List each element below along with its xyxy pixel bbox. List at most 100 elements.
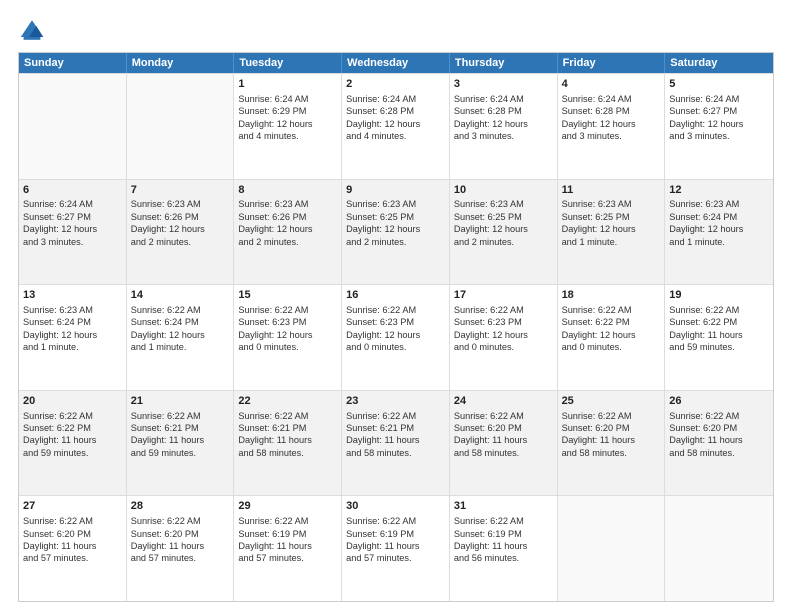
cal-cell: 24Sunrise: 6:22 AMSunset: 6:20 PMDayligh… — [450, 391, 558, 496]
day-info: Daylight: 11 hours — [346, 540, 445, 552]
day-info: Sunrise: 6:22 AM — [454, 410, 553, 422]
day-info: Sunset: 6:21 PM — [131, 422, 230, 434]
day-info: Sunrise: 6:22 AM — [131, 515, 230, 527]
day-info: Sunrise: 6:23 AM — [454, 198, 553, 210]
day-info: Sunrise: 6:24 AM — [454, 93, 553, 105]
day-number: 9 — [346, 183, 445, 198]
day-number: 23 — [346, 394, 445, 409]
day-info: Sunset: 6:21 PM — [346, 422, 445, 434]
day-number: 10 — [454, 183, 553, 198]
day-info: Sunrise: 6:24 AM — [669, 93, 769, 105]
day-number: 17 — [454, 288, 553, 303]
day-number: 4 — [562, 77, 661, 92]
day-info: and 2 minutes. — [131, 236, 230, 248]
day-info: Sunrise: 6:23 AM — [562, 198, 661, 210]
day-info: Sunrise: 6:22 AM — [669, 304, 769, 316]
cal-header-day: Monday — [127, 53, 235, 73]
day-info: Daylight: 11 hours — [669, 329, 769, 341]
cal-cell: 20Sunrise: 6:22 AMSunset: 6:22 PMDayligh… — [19, 391, 127, 496]
calendar: SundayMondayTuesdayWednesdayThursdayFrid… — [18, 52, 774, 602]
day-info: Sunset: 6:22 PM — [669, 316, 769, 328]
day-number: 29 — [238, 499, 337, 514]
day-info: Sunset: 6:24 PM — [131, 316, 230, 328]
day-info: Daylight: 12 hours — [23, 223, 122, 235]
day-info: Daylight: 11 hours — [562, 434, 661, 446]
day-info: Daylight: 12 hours — [131, 223, 230, 235]
cal-row: 13Sunrise: 6:23 AMSunset: 6:24 PMDayligh… — [19, 284, 773, 390]
cal-cell — [127, 74, 235, 179]
day-number: 20 — [23, 394, 122, 409]
day-info: and 1 minute. — [131, 341, 230, 353]
day-info: Sunrise: 6:22 AM — [454, 515, 553, 527]
day-number: 25 — [562, 394, 661, 409]
day-info: and 0 minutes. — [562, 341, 661, 353]
cal-cell: 16Sunrise: 6:22 AMSunset: 6:23 PMDayligh… — [342, 285, 450, 390]
day-number: 18 — [562, 288, 661, 303]
day-info: Sunrise: 6:23 AM — [238, 198, 337, 210]
cal-cell: 21Sunrise: 6:22 AMSunset: 6:21 PMDayligh… — [127, 391, 235, 496]
day-info: Sunset: 6:28 PM — [346, 105, 445, 117]
cal-cell: 17Sunrise: 6:22 AMSunset: 6:23 PMDayligh… — [450, 285, 558, 390]
cal-cell: 14Sunrise: 6:22 AMSunset: 6:24 PMDayligh… — [127, 285, 235, 390]
cal-cell: 15Sunrise: 6:22 AMSunset: 6:23 PMDayligh… — [234, 285, 342, 390]
day-number: 22 — [238, 394, 337, 409]
day-info: and 58 minutes. — [562, 447, 661, 459]
day-number: 2 — [346, 77, 445, 92]
header — [18, 16, 774, 44]
cal-header-day: Sunday — [19, 53, 127, 73]
cal-header-day: Tuesday — [234, 53, 342, 73]
day-info: and 59 minutes. — [23, 447, 122, 459]
day-info: Sunrise: 6:22 AM — [131, 410, 230, 422]
cal-cell: 23Sunrise: 6:22 AMSunset: 6:21 PMDayligh… — [342, 391, 450, 496]
day-info: Sunrise: 6:23 AM — [669, 198, 769, 210]
day-info: Sunset: 6:19 PM — [238, 528, 337, 540]
cal-cell: 8Sunrise: 6:23 AMSunset: 6:26 PMDaylight… — [234, 180, 342, 285]
cal-row: 27Sunrise: 6:22 AMSunset: 6:20 PMDayligh… — [19, 495, 773, 601]
cal-cell: 7Sunrise: 6:23 AMSunset: 6:26 PMDaylight… — [127, 180, 235, 285]
cal-row: 6Sunrise: 6:24 AMSunset: 6:27 PMDaylight… — [19, 179, 773, 285]
day-info: Sunrise: 6:22 AM — [238, 515, 337, 527]
day-info: and 2 minutes. — [454, 236, 553, 248]
day-number: 21 — [131, 394, 230, 409]
day-info: Daylight: 11 hours — [238, 434, 337, 446]
day-info: and 2 minutes. — [238, 236, 337, 248]
day-info: Sunrise: 6:22 AM — [346, 304, 445, 316]
day-info: Daylight: 12 hours — [346, 118, 445, 130]
cal-cell: 27Sunrise: 6:22 AMSunset: 6:20 PMDayligh… — [19, 496, 127, 601]
day-info: Sunset: 6:27 PM — [23, 211, 122, 223]
day-info: Sunset: 6:24 PM — [669, 211, 769, 223]
day-info: and 58 minutes. — [454, 447, 553, 459]
day-info: Daylight: 11 hours — [131, 540, 230, 552]
cal-cell: 13Sunrise: 6:23 AMSunset: 6:24 PMDayligh… — [19, 285, 127, 390]
day-number: 28 — [131, 499, 230, 514]
day-info: Daylight: 12 hours — [131, 329, 230, 341]
day-info: Daylight: 11 hours — [454, 434, 553, 446]
day-number: 31 — [454, 499, 553, 514]
day-info: Daylight: 12 hours — [238, 223, 337, 235]
day-info: Sunrise: 6:23 AM — [23, 304, 122, 316]
day-info: Sunrise: 6:22 AM — [131, 304, 230, 316]
day-info: Daylight: 11 hours — [131, 434, 230, 446]
day-info: and 58 minutes. — [346, 447, 445, 459]
cal-cell: 22Sunrise: 6:22 AMSunset: 6:21 PMDayligh… — [234, 391, 342, 496]
cal-cell: 26Sunrise: 6:22 AMSunset: 6:20 PMDayligh… — [665, 391, 773, 496]
day-info: and 3 minutes. — [23, 236, 122, 248]
cal-cell: 5Sunrise: 6:24 AMSunset: 6:27 PMDaylight… — [665, 74, 773, 179]
cal-cell — [665, 496, 773, 601]
day-info: and 4 minutes. — [346, 130, 445, 142]
day-number: 27 — [23, 499, 122, 514]
day-info: Sunrise: 6:22 AM — [346, 515, 445, 527]
day-info: Daylight: 12 hours — [454, 118, 553, 130]
day-info: and 58 minutes. — [669, 447, 769, 459]
day-info: Daylight: 12 hours — [454, 329, 553, 341]
day-number: 11 — [562, 183, 661, 198]
day-number: 30 — [346, 499, 445, 514]
cal-cell: 9Sunrise: 6:23 AMSunset: 6:25 PMDaylight… — [342, 180, 450, 285]
day-number: 15 — [238, 288, 337, 303]
day-info: and 4 minutes. — [238, 130, 337, 142]
day-info: Sunset: 6:29 PM — [238, 105, 337, 117]
cal-header-day: Friday — [558, 53, 666, 73]
cal-cell: 18Sunrise: 6:22 AMSunset: 6:22 PMDayligh… — [558, 285, 666, 390]
day-info: Sunrise: 6:22 AM — [23, 515, 122, 527]
day-info: Sunrise: 6:22 AM — [346, 410, 445, 422]
